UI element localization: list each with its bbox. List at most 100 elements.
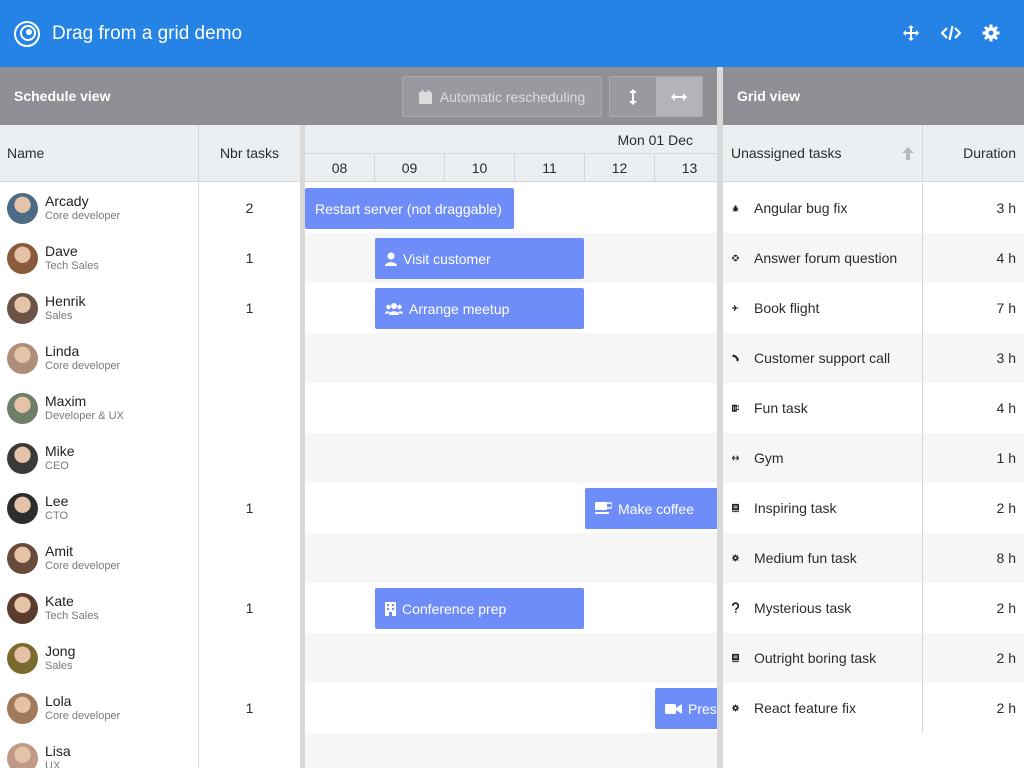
resource-row[interactable]: Henrik Sales 1 Arrange meetup xyxy=(0,283,717,333)
resource-row[interactable]: Arcady Core developer 2 Restart server (not… xyxy=(0,183,717,233)
timeline-row[interactable] xyxy=(305,733,717,768)
resource-task-count xyxy=(199,533,300,583)
event-bar[interactable]: Arrange meetup xyxy=(375,288,584,329)
task-name: Inspiring task xyxy=(754,500,837,516)
resource-name-cell[interactable]: Lisa UX xyxy=(0,733,199,768)
resource-name: Linda xyxy=(45,343,80,359)
resource-name: Mike xyxy=(45,443,75,459)
move-icon[interactable] xyxy=(900,22,922,44)
column-header-count[interactable]: Nbr tasks xyxy=(199,125,300,182)
task-name: Gym xyxy=(754,450,784,466)
resource-name-cell[interactable]: Kate Tech Sales xyxy=(0,583,199,633)
resource-row[interactable]: Dave Tech Sales 1 Visit customer xyxy=(0,233,717,283)
resource-row[interactable]: Mike CEO xyxy=(0,433,717,483)
resource-name-cell[interactable]: Linda Core developer xyxy=(0,333,199,383)
coffee-icon xyxy=(595,502,618,515)
resource-name-cell[interactable]: Henrik Sales xyxy=(0,283,199,333)
resource-row[interactable]: Amit Core developer xyxy=(0,533,717,583)
task-row[interactable]: Mysterious task 2 h xyxy=(723,583,1024,633)
task-duration: 4 h xyxy=(996,250,1016,266)
task-name: React feature fix xyxy=(754,700,856,716)
resource-task-count: 1 xyxy=(199,583,300,633)
task-name-cell[interactable]: Outright boring task xyxy=(723,633,923,683)
timeline-row[interactable]: Visit customer xyxy=(305,233,717,283)
resource-row[interactable]: Kate Tech Sales 1 Conference prep xyxy=(0,583,717,633)
timeline-row[interactable]: Make coffee xyxy=(305,483,717,533)
event-bar[interactable]: Prese xyxy=(655,688,717,729)
task-row[interactable]: Medium fun task 8 h xyxy=(723,533,1024,583)
resource-name-cell[interactable]: Lola Core developer xyxy=(0,683,199,733)
task-name-cell[interactable]: Medium fun task xyxy=(723,533,923,583)
task-row[interactable]: Outright boring task 2 h xyxy=(723,633,1024,683)
avatar xyxy=(7,442,38,474)
task-name-cell[interactable]: Gym xyxy=(723,433,923,483)
resource-row[interactable]: Lee CTO 1 Make coffee xyxy=(0,483,717,533)
timeline-row[interactable]: Restart server (not draggable) xyxy=(305,183,717,233)
task-row[interactable]: Answer forum question 4 h xyxy=(723,233,1024,283)
task-row[interactable]: Gym 1 h xyxy=(723,433,1024,483)
timeline-row[interactable] xyxy=(305,333,717,383)
resource-name: Maxim xyxy=(45,393,87,409)
task-row[interactable]: Angular bug fix 3 h xyxy=(723,183,1024,233)
logo-icon xyxy=(14,20,40,47)
gear-icon[interactable] xyxy=(980,22,1002,44)
resource-task-count: 1 xyxy=(199,283,300,333)
resource-name-cell[interactable]: Amit Core developer xyxy=(0,533,199,583)
code-icon[interactable] xyxy=(940,22,962,44)
task-duration: 2 h xyxy=(996,600,1016,616)
timeline-row[interactable] xyxy=(305,433,717,483)
resource-role: Core developer xyxy=(45,560,121,572)
timeline-row[interactable] xyxy=(305,533,717,583)
resource-name-cell[interactable]: Jong Sales xyxy=(0,633,199,683)
resource-row[interactable]: LolaCore developer1Prese xyxy=(0,683,717,733)
column-header-unassigned[interactable]: Unassigned tasks xyxy=(723,125,923,182)
event-bar[interactable]: Restart server (not draggable) xyxy=(305,188,514,229)
resource-name-cell[interactable]: Dave Tech Sales xyxy=(0,233,199,283)
task-row[interactable]: Customer support call 3 h xyxy=(723,333,1024,383)
resource-name-cell[interactable]: Arcady Core developer xyxy=(0,183,199,233)
resource-role: Sales xyxy=(45,310,73,322)
resource-name-cell[interactable]: Mike CEO xyxy=(0,433,199,483)
task-name-cell[interactable]: Book flight xyxy=(723,283,923,333)
event-bar[interactable]: Visit customer xyxy=(375,238,584,279)
task-name-cell[interactable]: Customer support call xyxy=(723,333,923,383)
resource-name-cell[interactable]: Lee CTO xyxy=(0,483,199,533)
timeline-row[interactable]: Prese xyxy=(305,683,717,733)
task-name-cell[interactable]: Inspiring task xyxy=(723,483,923,533)
task-row[interactable]: Inspiring task 2 h xyxy=(723,483,1024,533)
sort-ascending-icon[interactable] xyxy=(902,147,914,160)
horizontal-mode-button[interactable] xyxy=(656,77,702,116)
timeline-row[interactable] xyxy=(305,633,717,683)
event-label: Make coffee xyxy=(618,500,695,517)
resource-task-count xyxy=(199,333,300,383)
resource-row[interactable]: Jong Sales xyxy=(0,633,717,683)
avatar xyxy=(7,292,38,324)
timeline-row[interactable]: Conference prep xyxy=(305,583,717,633)
event-bar[interactable]: Conference prep xyxy=(375,588,584,629)
timeline-row[interactable]: Arrange meetup xyxy=(305,283,717,333)
avatar xyxy=(7,742,38,768)
task-name-cell[interactable]: Fun task xyxy=(723,383,923,433)
resource-row[interactable]: Maxim Developer & UX xyxy=(0,383,717,433)
column-header-name[interactable]: Name xyxy=(0,125,199,182)
task-name-cell[interactable]: Mysterious task xyxy=(723,583,923,633)
user-icon xyxy=(385,252,403,266)
task-row[interactable]: Fun task 4 h xyxy=(723,383,1024,433)
auto-rescheduling-button[interactable]: Automatic rescheduling xyxy=(402,76,602,117)
plane-icon xyxy=(732,301,748,315)
task-duration: 8 h xyxy=(996,550,1016,566)
resource-row[interactable]: Lisa UX xyxy=(0,733,717,768)
resource-task-count: 1 xyxy=(199,483,300,533)
resource-row[interactable]: Linda Core developer xyxy=(0,333,717,383)
task-row[interactable]: React feature fix 2 h xyxy=(723,683,1024,733)
task-name-cell[interactable]: Angular bug fix xyxy=(723,183,923,233)
task-row[interactable]: Book flight 7 h xyxy=(723,283,1024,333)
avatar xyxy=(7,642,38,674)
task-name-cell[interactable]: React feature fix xyxy=(723,683,923,733)
event-bar[interactable]: Make coffee xyxy=(585,488,717,529)
task-name-cell[interactable]: Answer forum question xyxy=(723,233,923,283)
vertical-mode-button[interactable] xyxy=(610,77,656,116)
column-header-duration[interactable]: Duration xyxy=(923,125,1024,182)
timeline-row[interactable] xyxy=(305,383,717,433)
resource-name-cell[interactable]: Maxim Developer & UX xyxy=(0,383,199,433)
